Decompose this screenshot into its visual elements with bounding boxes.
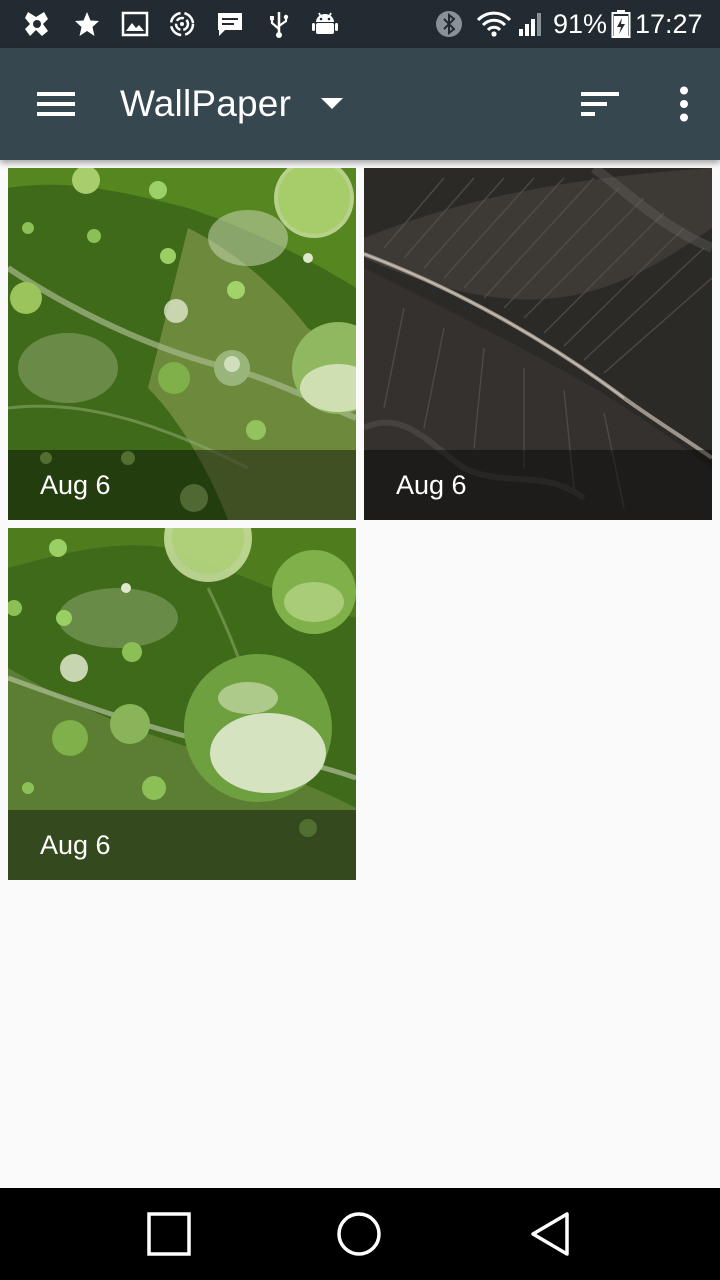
app-title: WallPaper [120, 83, 292, 124]
home-button[interactable] [319, 1198, 399, 1270]
back-triangle-icon [531, 1212, 569, 1256]
usb-icon [270, 12, 289, 38]
navigation-bar [0, 1188, 720, 1280]
tile-date: Aug 6 [40, 470, 111, 500]
tile-date: Aug 6 [396, 470, 467, 500]
app-logo-icon [25, 12, 48, 36]
caret-down-icon [321, 98, 344, 109]
swirl-icon [169, 11, 195, 37]
clock: 17:27 [635, 9, 703, 39]
back-button[interactable] [510, 1198, 590, 1270]
tile-caption: Aug 6 [364, 450, 712, 520]
circle-icon [337, 1212, 381, 1256]
battery-icon [611, 10, 631, 38]
menu-button[interactable] [28, 76, 84, 132]
overflow-menu-button[interactable] [660, 76, 708, 132]
square-icon [147, 1212, 191, 1256]
tile-date: Aug 6 [40, 830, 111, 860]
message-icon [218, 13, 242, 36]
signal-icon [519, 13, 541, 36]
sort-button[interactable] [572, 76, 628, 132]
screen: 91% 17:27 WallPaper Aug 6 Aug 6 Aug 6 [0, 0, 720, 1280]
more-vert-icon [680, 86, 688, 122]
android-icon [312, 12, 338, 34]
wifi-icon [476, 11, 512, 37]
wallpaper-tile[interactable]: Aug 6 [364, 168, 712, 520]
title-dropdown[interactable]: WallPaper [120, 78, 344, 130]
wallpaper-tile[interactable]: Aug 6 [8, 168, 356, 520]
tile-caption: Aug 6 [8, 810, 356, 880]
star-icon [75, 12, 99, 36]
hamburger-icon [37, 92, 75, 116]
bluetooth-icon [436, 11, 462, 37]
sort-icon [581, 92, 619, 116]
tile-caption: Aug 6 [8, 450, 356, 520]
image-icon [121, 11, 149, 37]
app-bar: WallPaper [0, 48, 720, 160]
battery-percent: 91% [553, 9, 608, 39]
status-bar: 91% 17:27 [0, 0, 720, 48]
wallpaper-tile[interactable]: Aug 6 [8, 528, 356, 880]
recents-button[interactable] [129, 1198, 209, 1270]
